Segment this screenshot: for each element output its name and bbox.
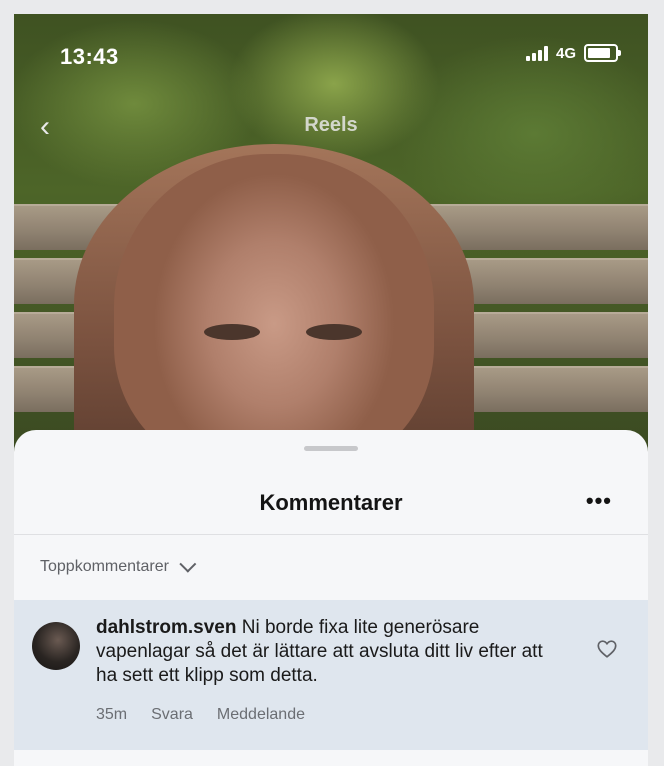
person-face: [114, 154, 434, 454]
signal-icon: [525, 45, 548, 61]
comment-meta: 35m Svara Meddelande: [96, 706, 305, 724]
sort-dropdown[interactable]: Toppkommentarer: [40, 555, 197, 576]
network-type: 4G: [555, 44, 576, 62]
comment-item: dahlstrom.sven Ni borde fixa lite generö…: [14, 600, 648, 750]
chevron-down-icon: [179, 555, 197, 573]
reel-video[interactable]: 13:43 4G ‹ Reels: [14, 14, 648, 454]
sort-label: Toppkommentarer: [40, 558, 169, 575]
more-horizontal-icon[interactable]: •••: [586, 488, 612, 514]
drag-handle[interactable]: [304, 446, 358, 451]
person-eye-left: [204, 324, 260, 340]
reply-button[interactable]: Svara: [151, 706, 193, 724]
app-frame: 13:43 4G ‹ Reels Kommentarer ••• Toppkom…: [14, 14, 648, 766]
person-eye-right: [306, 324, 362, 340]
comment-time: 35m: [96, 706, 128, 723]
heart-icon[interactable]: [596, 638, 618, 660]
avatar[interactable]: [32, 622, 80, 670]
comment-body: dahlstrom.sven Ni borde fixa lite generö…: [96, 616, 556, 688]
battery-icon: [584, 44, 621, 62]
comment-username[interactable]: dahlstrom.sven: [96, 617, 236, 638]
status-indicators: 4G: [525, 44, 621, 62]
status-time: 13:43: [60, 44, 119, 69]
divider: [14, 534, 648, 535]
comments-sheet: Kommentarer ••• Toppkommentarer dahlstro…: [14, 430, 648, 766]
sheet-title: Kommentarer: [259, 490, 403, 515]
message-button[interactable]: Meddelande: [217, 706, 305, 724]
page-title: Reels: [304, 114, 358, 136]
